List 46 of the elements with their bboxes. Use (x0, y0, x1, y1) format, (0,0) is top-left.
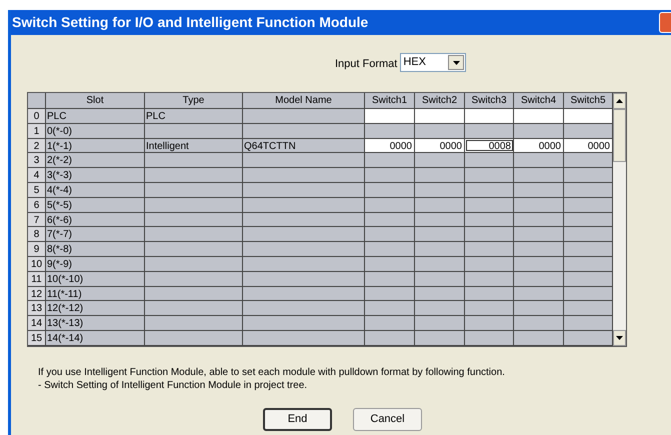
row-number: 14 (28, 316, 46, 330)
table-cell: PLC (145, 109, 243, 123)
input-format-label: Input Format (335, 57, 398, 72)
table-cell: 14(*-14) (46, 330, 145, 345)
dialog-button[interactable]: Cancel (353, 408, 422, 431)
table-cell: 3(*-3) (46, 168, 145, 182)
table-cell: 12(*-12) (46, 301, 145, 316)
row-number: 7 (28, 212, 46, 226)
row-number: 5 (28, 182, 46, 197)
row-number: 11 (28, 272, 46, 286)
switch-cell[interactable]: 0000 (564, 138, 613, 152)
row-number: 12 (28, 286, 46, 300)
row-number: 13 (28, 301, 46, 316)
table-cell: 11(*-11) (46, 286, 145, 300)
row-number: 10 (28, 256, 46, 271)
table-cell: 9(*-9) (46, 256, 145, 271)
row-number: 2 (28, 138, 46, 152)
window-title: Switch Setting for I/O and Intelligent Function Module (11, 13, 368, 32)
row-number: 4 (28, 168, 46, 182)
switch-cell[interactable]: 0000 (415, 138, 465, 152)
row-number: 9 (28, 242, 46, 256)
table-cell: 7(*-7) (46, 227, 145, 242)
table-cell: 2(*-2) (46, 153, 145, 168)
table-cell: 6(*-6) (46, 212, 145, 226)
input-format-dropdown[interactable]: HEX (400, 53, 466, 72)
switch-cell[interactable]: 0008 (465, 138, 514, 152)
dialog-button[interactable]: End (263, 408, 332, 431)
table-cell: Intelligent (145, 138, 243, 152)
row-number: 3 (28, 153, 46, 168)
switch-cell[interactable]: 0000 (514, 138, 564, 152)
table-cell: 4(*-4) (46, 182, 145, 197)
table-cell: 5(*-5) (46, 198, 145, 212)
note-text: - Switch Setting of Intelligent Function Module in project tree. (38, 378, 308, 392)
row-number: 15 (28, 330, 46, 345)
table-cell: 0(*-0) (46, 124, 145, 138)
table-cell: PLC (46, 109, 145, 123)
row-number: 1 (28, 124, 46, 138)
row-number: 8 (28, 227, 46, 242)
row-number: 0 (28, 109, 46, 123)
table-cell: 10(*-10) (46, 272, 145, 286)
table-cell: 1(*-1) (46, 138, 145, 152)
table-cell: 13(*-13) (46, 316, 145, 330)
row-number: 6 (28, 198, 46, 212)
table-cell: 8(*-8) (46, 242, 145, 256)
switch-cell[interactable]: 0000 (365, 138, 415, 152)
note-text: If you use Intelligent Function Module, able to set each module with pulldown format by following function. (38, 366, 506, 379)
